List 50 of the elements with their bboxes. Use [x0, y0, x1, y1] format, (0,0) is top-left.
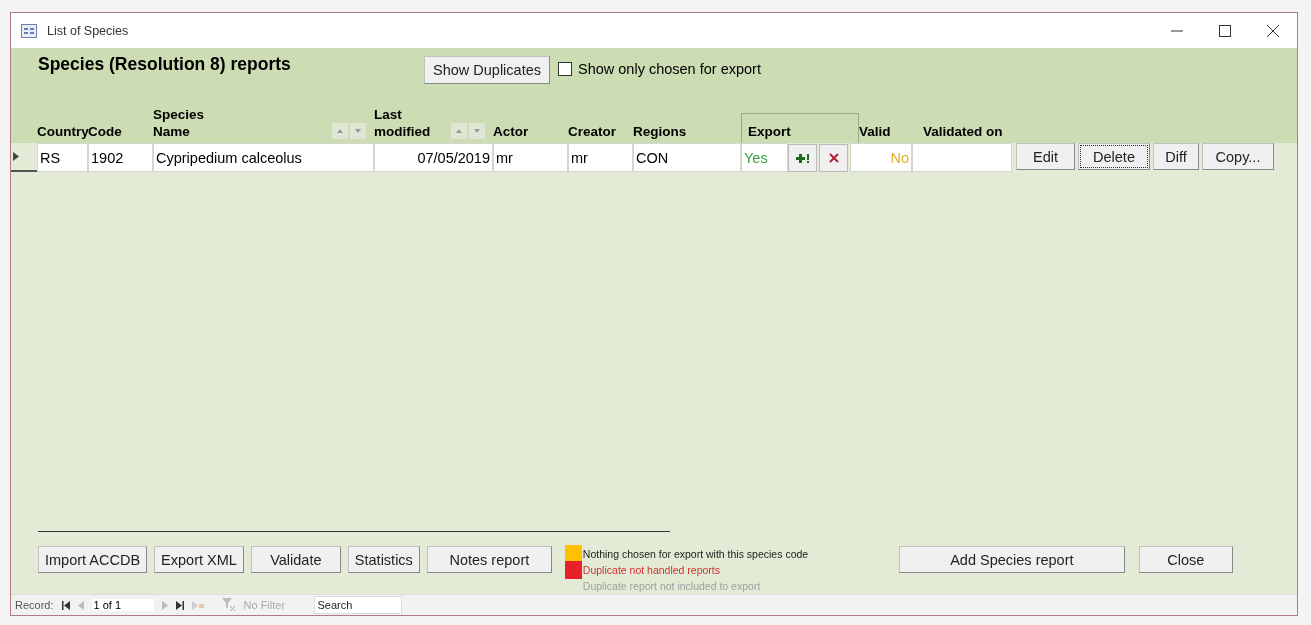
action-button[interactable]: Validate [250, 546, 341, 573]
table-cell: CON [633, 143, 741, 172]
column-header: Creator [568, 123, 616, 141]
row-action-button[interactable]: Copy... [1202, 143, 1274, 170]
current-record-icon [13, 152, 19, 161]
close-button[interactable]: Close [1138, 546, 1233, 573]
show-duplicates-button[interactable]: Show Duplicates [424, 56, 550, 84]
row-action-button[interactable]: Diff [1153, 143, 1199, 170]
column-header: Last modified [374, 105, 431, 141]
close-icon[interactable] [1267, 24, 1279, 37]
column-header: Country [37, 123, 89, 141]
add-species-report-button[interactable]: Add Species report [898, 546, 1125, 573]
search-field[interactable]: Search [313, 596, 402, 614]
table-cell: Yes [741, 143, 788, 172]
table-cell: 1902 [88, 143, 153, 172]
table-cell: RS [37, 143, 88, 172]
column-header: Actor [493, 123, 529, 141]
table-cell: Cypripedium calceolus [153, 143, 374, 172]
legend-text: Duplicate report not included to export [582, 580, 761, 592]
row-action-button[interactable]: Delete [1078, 143, 1150, 170]
legend-text: Nothing chosen for export with this species code [582, 548, 809, 560]
plus-exclamation-icon [795, 153, 810, 163]
remove-export-button[interactable] [819, 144, 848, 172]
column-header: Code [88, 123, 122, 141]
column-header: Species Name [153, 105, 205, 141]
only-chosen-checkbox[interactable]: Show only chosen for export [558, 61, 761, 77]
table-cell: No [850, 143, 912, 172]
record-label: Record: [15, 599, 54, 611]
action-button[interactable]: Statistics [347, 546, 420, 573]
add-export-button[interactable] [788, 144, 817, 172]
last-record-icon[interactable] [175, 600, 184, 610]
window-title: List of Species [47, 23, 129, 38]
table-cell: mr [493, 143, 568, 172]
maximize-icon[interactable] [1219, 24, 1231, 37]
column-header: Valid [859, 123, 891, 141]
action-button[interactable]: Import ACCDB [38, 546, 148, 573]
row-action-button[interactable]: Edit [1016, 143, 1075, 170]
legend-text: Duplicate not handled reports [582, 564, 721, 576]
column-header: Regions [633, 123, 687, 141]
record-position-field[interactable]: 1 of 1 [91, 599, 154, 611]
column-header: Validated on [923, 123, 1003, 141]
cross-icon [827, 153, 840, 163]
table-cell: mr [568, 143, 633, 172]
form-title: Species (Resolution 8) reports [38, 53, 292, 75]
column-header: Export [748, 123, 791, 141]
first-record-icon[interactable] [61, 600, 70, 610]
table-cell: 07/05/2019 [374, 143, 493, 172]
action-button[interactable]: Notes report [426, 546, 552, 573]
form-icon [21, 23, 37, 38]
action-button[interactable]: Export XML [154, 546, 244, 573]
